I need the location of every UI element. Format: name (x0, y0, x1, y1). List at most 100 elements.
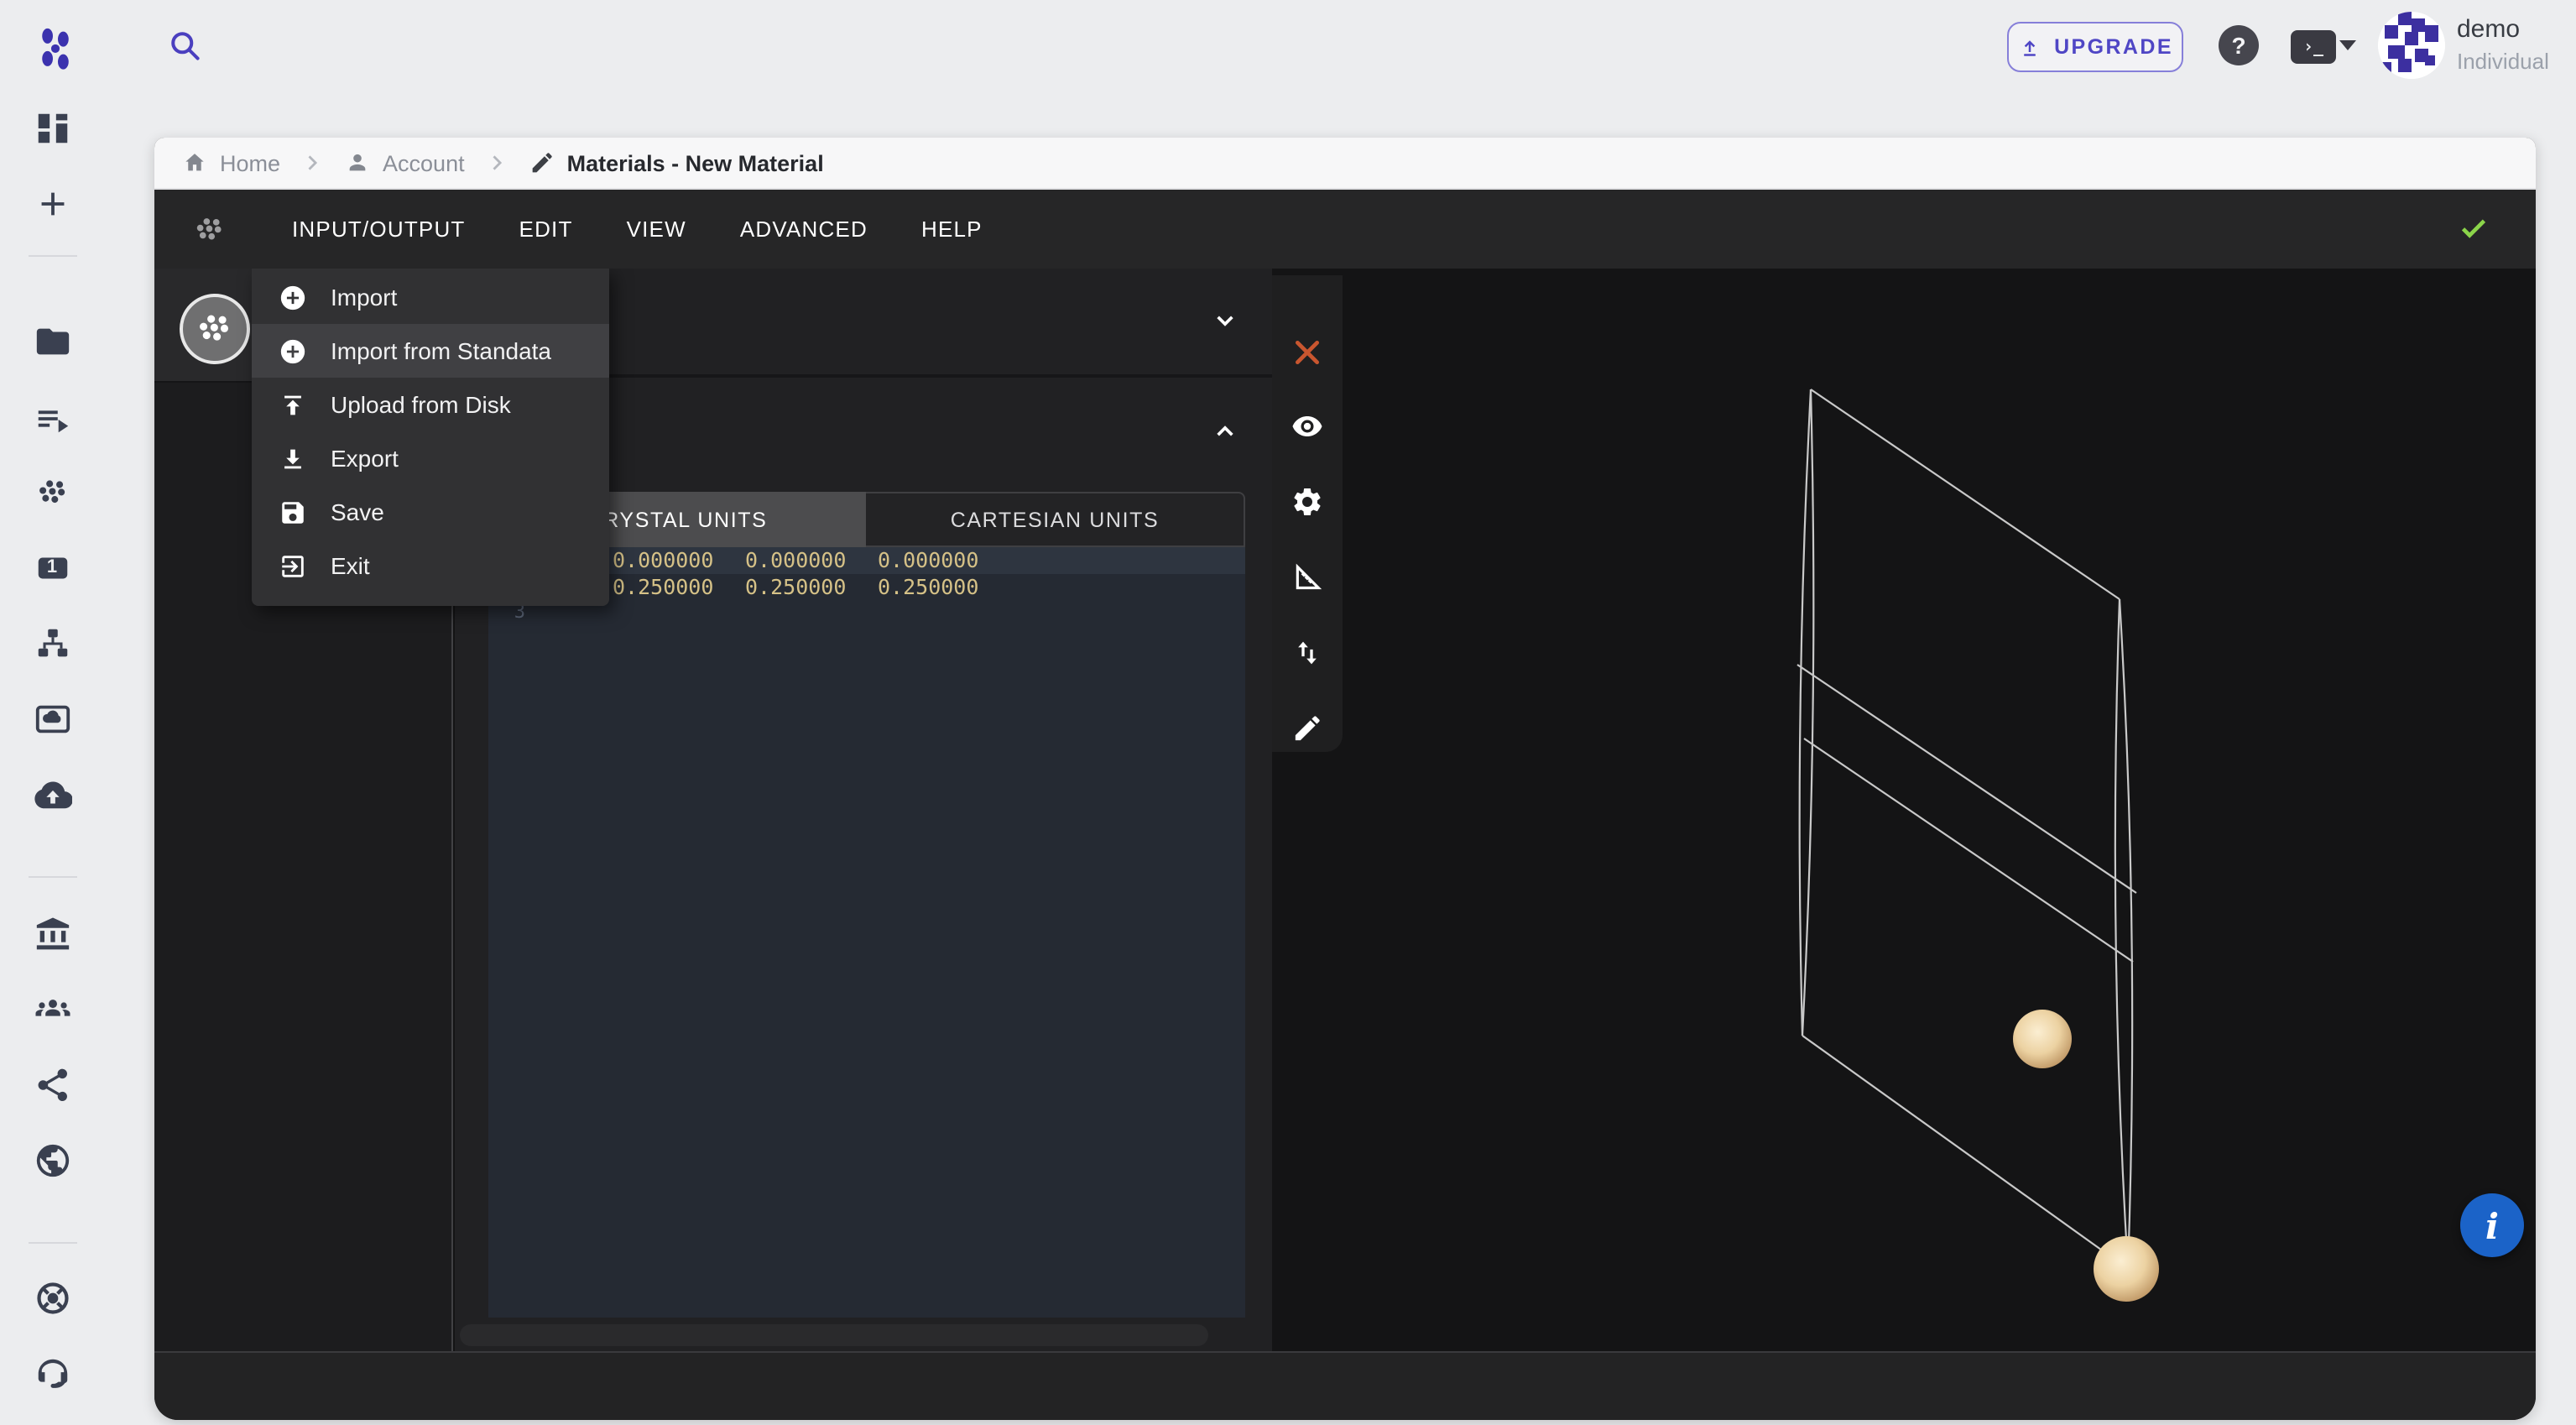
info-icon: i (2485, 1204, 2499, 1246)
set-square-icon (1291, 561, 1324, 594)
sidebar-item-share[interactable] (23, 1056, 81, 1113)
app-window: UPGRADE ? ›_ demo Individual 1 Home Accou… (0, 0, 2576, 1425)
search-button[interactable] (166, 27, 203, 64)
sidebar-item-help-wheel[interactable] (23, 1269, 81, 1326)
breadcrumb: Home Account Materials - New Material (154, 138, 2536, 190)
sidebar-divider (29, 876, 77, 878)
pencil-icon (529, 149, 555, 176)
menu-item-upload-from-disk[interactable]: Upload from Disk (252, 378, 609, 431)
menu-item-label: Import from Standata (331, 337, 551, 364)
slide-number-badge: 1 (47, 557, 57, 577)
upgrade-label: UPGRADE (2054, 35, 2173, 59)
atom-sphere (2094, 1236, 2159, 1302)
console-button[interactable]: ›_ (2291, 30, 2336, 64)
home-icon (181, 149, 208, 176)
viewer-eye-button[interactable] (1291, 410, 1324, 443)
viewer-gear-button[interactable] (1291, 485, 1324, 519)
coordinate-value: 0.000000 (745, 547, 846, 574)
sidebar-item-plus[interactable] (23, 175, 81, 232)
material-dots-icon (191, 211, 228, 248)
menu-item-export[interactable]: Export (252, 431, 609, 485)
upgrade-button[interactable]: UPGRADE (2007, 22, 2183, 72)
menu-item-exit[interactable]: Exit (252, 539, 609, 592)
download-icon (279, 444, 307, 472)
bank-icon (33, 914, 71, 953)
sidebar-item-people[interactable] (23, 980, 81, 1037)
menu-item-label: Save (331, 498, 384, 525)
plus-icon (33, 184, 71, 222)
sidebar-divider (29, 1242, 77, 1244)
search-icon (166, 27, 203, 64)
viewer-pencil-button[interactable] (1291, 712, 1324, 745)
person-icon (344, 149, 371, 176)
basis-editor[interactable]: 10.0000000.0000000.00000020.2500000.2500… (488, 547, 1245, 1318)
menu-edit[interactable]: EDIT (493, 203, 600, 255)
user-avatar[interactable] (2378, 12, 2445, 79)
user-plan: Individual (2457, 49, 2549, 74)
breadcrumb-item-home[interactable]: Home (181, 149, 280, 176)
changes-saved-button[interactable] (2455, 210, 2492, 247)
workspace-card: Home Account Materials - New Material INPU… (154, 138, 2536, 1420)
sidebar-item-media-image[interactable] (23, 690, 81, 747)
swap-vertical-icon (1291, 636, 1324, 670)
coordinate-value: 0.250000 (878, 573, 978, 600)
breadcrumb-label: Account (383, 150, 465, 175)
menu-advanced[interactable]: ADVANCED (713, 203, 894, 255)
menu-item-import-from-standata[interactable]: Import from Standata (252, 324, 609, 378)
plus-circle-icon (279, 337, 307, 365)
editor-scrollbar[interactable] (460, 1324, 1208, 1346)
viewer-toolbar (1272, 275, 1343, 752)
breadcrumb-item-materials-new-material: Materials - New Material (529, 149, 824, 176)
menu-item-import[interactable]: Import (252, 270, 609, 324)
menu-view[interactable]: VIEW (600, 203, 713, 255)
upload-arrow-icon (2017, 34, 2042, 60)
wave-3d-viewer[interactable]: i (1272, 269, 2536, 1351)
menu-input-output[interactable]: INPUT/OUTPUT (265, 203, 493, 255)
chevron-right-icon (300, 151, 324, 175)
sidebar-item-materials-dots[interactable] (23, 463, 81, 520)
pencil-icon (1291, 712, 1324, 745)
flowchart-icon (33, 624, 71, 662)
breadcrumb-item-account[interactable]: Account (344, 149, 465, 176)
terminal-icon: ›_ (2303, 38, 2323, 56)
sidebar-item-bank[interactable] (23, 905, 81, 962)
coordinate-value: 0.250000 (613, 573, 713, 600)
breadcrumb-label: Materials - New Material (567, 150, 824, 175)
sidebar-item-cloud-upload[interactable] (23, 765, 81, 822)
menu-item-label: Export (331, 445, 399, 472)
viewer-set-square-button[interactable] (1291, 561, 1324, 594)
caret-down-icon[interactable] (2339, 40, 2356, 50)
sidebar-item-flowchart[interactable] (23, 614, 81, 671)
sidebar-item-folder[interactable] (23, 312, 81, 369)
tab-cartesian-units[interactable]: CARTESIAN UNITS (866, 492, 1245, 547)
chevron-down-icon[interactable] (1208, 304, 1242, 337)
check-icon (2455, 210, 2492, 247)
help-button[interactable]: ? (2219, 25, 2259, 65)
designer-body: Lattice Basis CRYSTAL UNITS CARTESIAN UN… (154, 269, 2536, 1351)
info-button[interactable]: i (2460, 1193, 2524, 1257)
viewer-close-button[interactable] (1291, 336, 1324, 369)
sidebar-item-support-agent[interactable] (23, 1344, 81, 1402)
menu-item-save[interactable]: Save (252, 485, 609, 539)
crystal-scene (1272, 269, 2536, 1351)
media-image-icon (33, 699, 71, 738)
viewer-swap-vertical-button[interactable] (1291, 636, 1324, 670)
playlist-play-icon (33, 399, 71, 437)
brand-logo-icon[interactable] (30, 22, 81, 72)
globe-icon (33, 1141, 71, 1179)
sidebar-item-globe[interactable] (23, 1131, 81, 1188)
user-name: demo (2457, 15, 2520, 44)
folder-icon (33, 321, 71, 360)
sidebar-item-playlist-play[interactable] (23, 389, 81, 446)
cloud-upload-icon (33, 775, 71, 813)
menu-help[interactable]: HELP (894, 203, 1009, 255)
atom-sphere (2013, 1010, 2072, 1068)
question-mark-icon: ? (2231, 32, 2245, 59)
people-icon (33, 989, 71, 1028)
coordinate-value: 0.250000 (745, 573, 846, 600)
chevron-up-icon[interactable] (1208, 415, 1242, 448)
material-dots-icon (193, 307, 237, 351)
sidebar-item-dashboard[interactable] (23, 99, 81, 156)
material-avatar (180, 294, 250, 364)
sidebar-item-slide-number[interactable]: 1 (23, 539, 81, 596)
